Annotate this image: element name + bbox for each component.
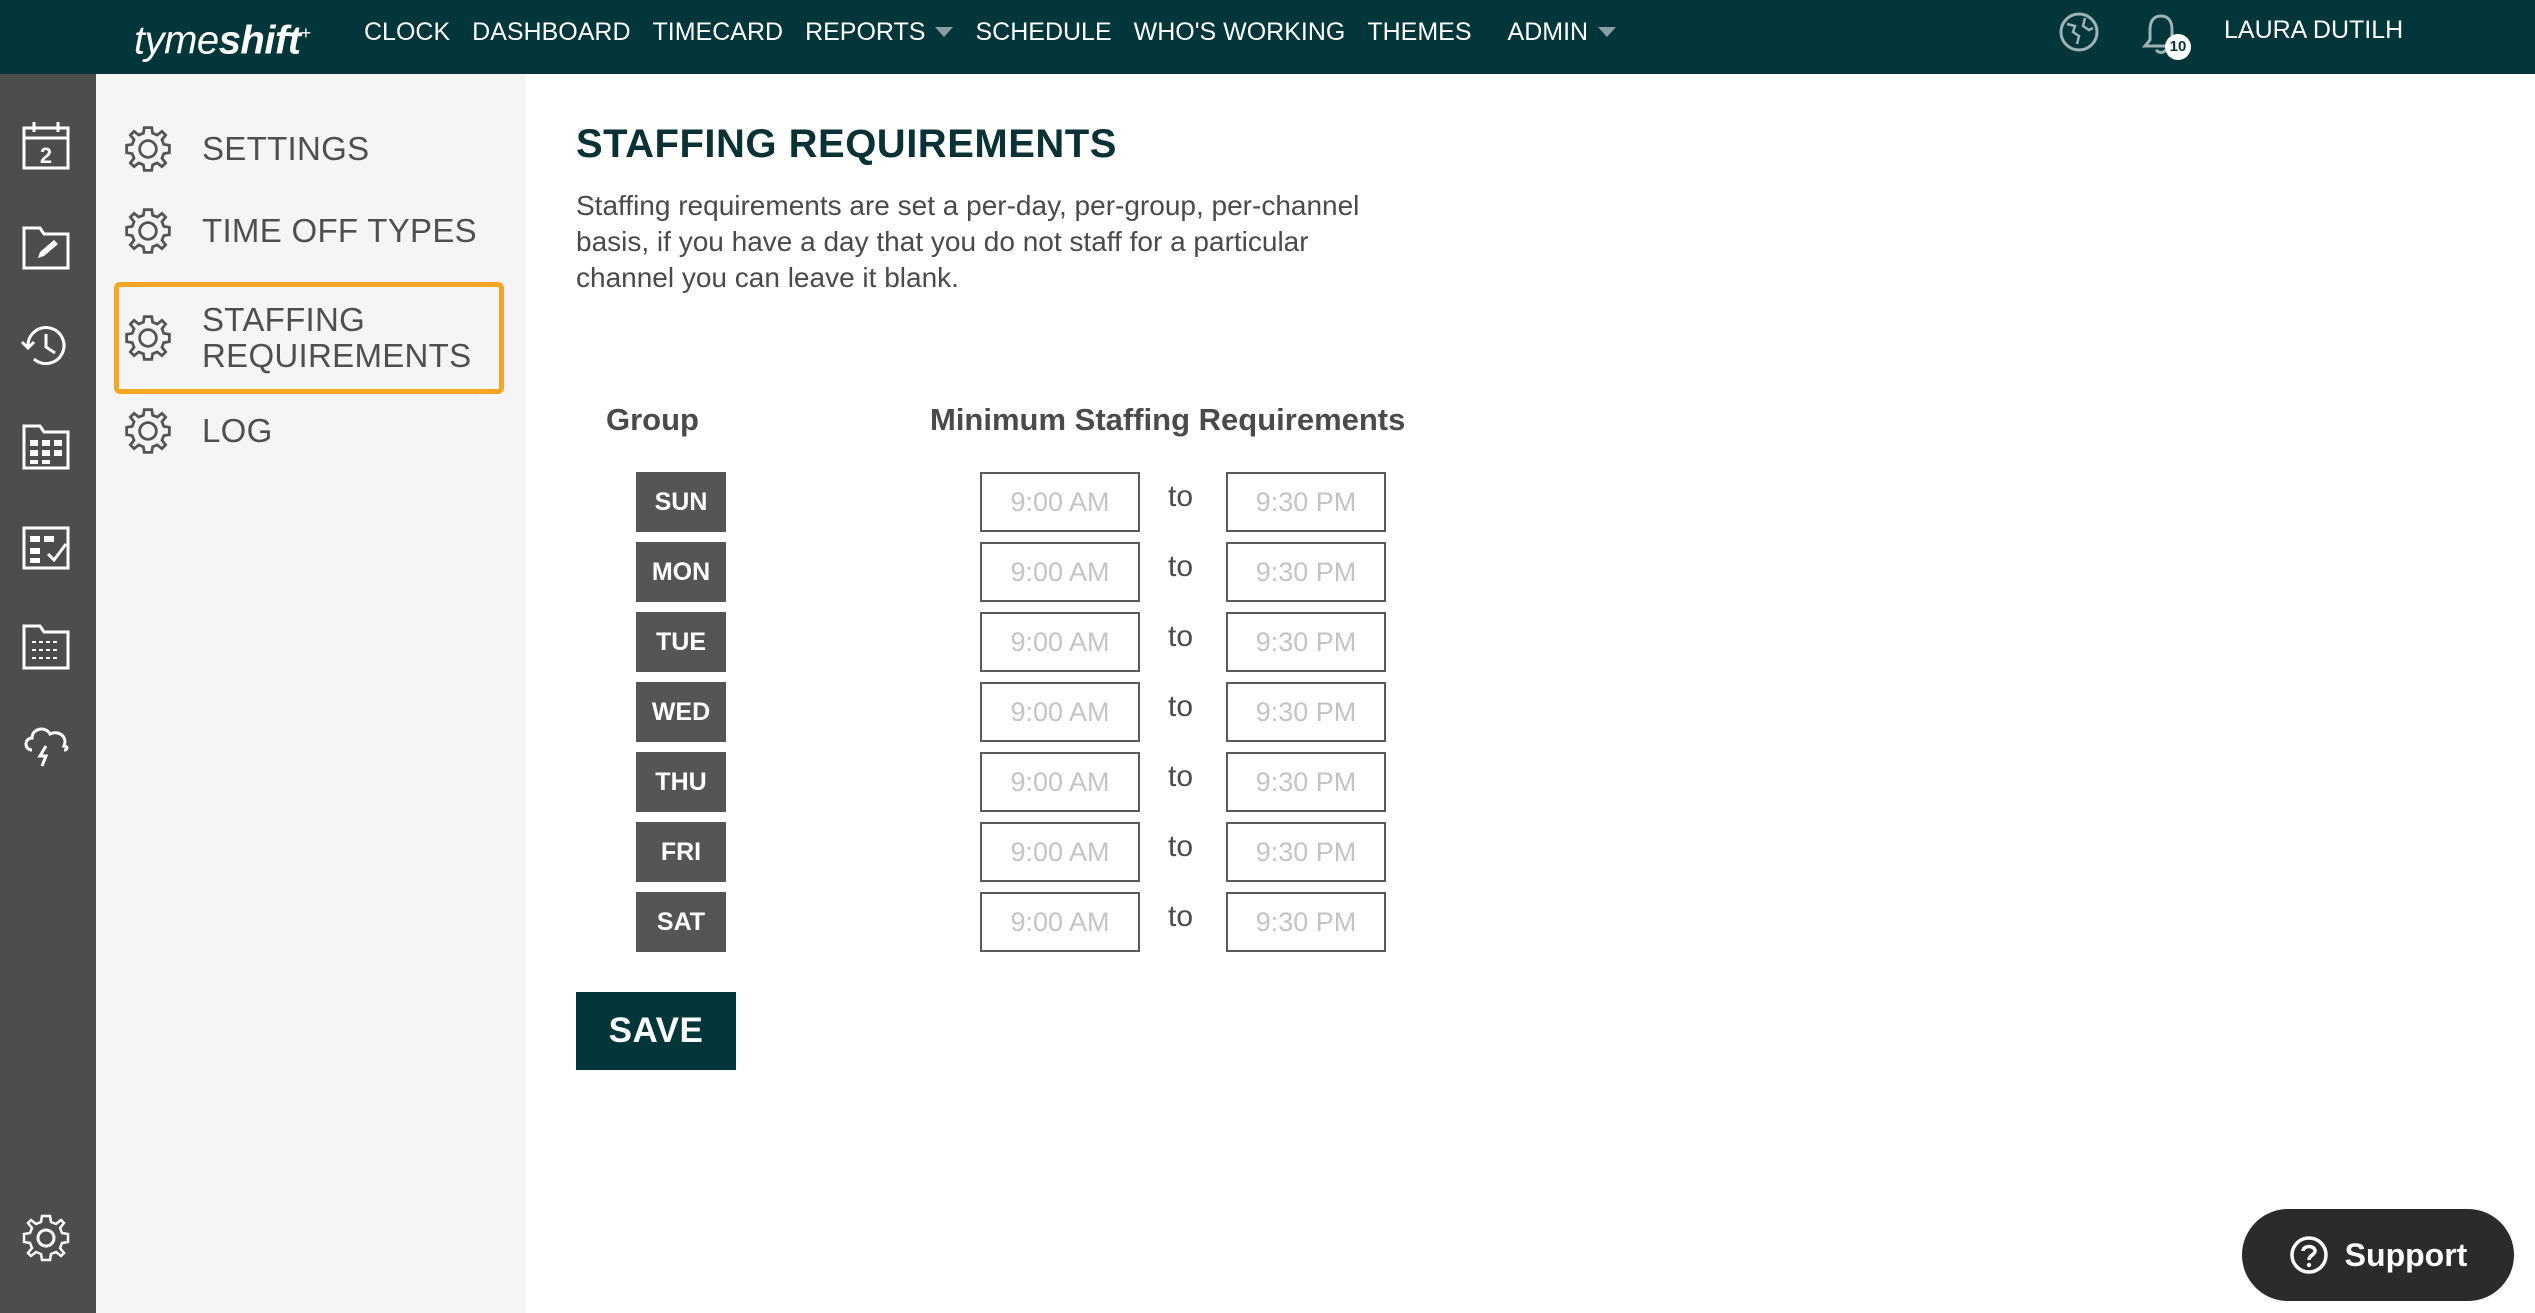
nav-themes[interactable]: THEMES (1367, 18, 1471, 47)
day-badge: THU (636, 752, 726, 812)
start-time-input[interactable] (980, 682, 1140, 742)
end-time-input[interactable] (1226, 752, 1386, 812)
support-button[interactable]: Support (2242, 1209, 2514, 1301)
to-label: to (1168, 830, 1194, 863)
folder-edit-icon[interactable] (18, 218, 74, 274)
subnav-item-label: SETTINGS (202, 130, 370, 167)
day-badge: WED (636, 682, 726, 742)
user-menu[interactable]: LAURA DUTILH (2224, 16, 2403, 45)
nav-reports[interactable]: REPORTS (805, 17, 954, 47)
to-label: to (1168, 900, 1194, 933)
start-time-input[interactable] (980, 472, 1140, 532)
to-label: to (1168, 620, 1194, 653)
top-navigation-bar: tymeshift+ CLOCK DASHBOARD TIMECARD REPO… (0, 0, 2535, 74)
day-badge: MON (636, 542, 726, 602)
chevron-down-icon (935, 27, 954, 37)
group-column-header: Group (606, 402, 699, 437)
end-time-input[interactable] (1226, 542, 1386, 602)
day-row-mon: MON to (526, 542, 1426, 602)
nav-dashboard[interactable]: DASHBOARD (472, 18, 630, 47)
start-time-input[interactable] (980, 612, 1140, 672)
gear-icon (125, 208, 171, 254)
save-button[interactable]: SAVE (576, 992, 736, 1070)
gear-icon[interactable] (18, 1210, 74, 1266)
subnav-item-staffing-requirements[interactable]: STAFFING REQUIREMENTS (114, 282, 504, 394)
storm-cloud-icon[interactable] (18, 716, 74, 772)
end-time-input[interactable] (1226, 472, 1386, 532)
folder-list-icon[interactable] (18, 618, 74, 674)
nav-admin-label: ADMIN (1507, 17, 1589, 46)
page-description: Staffing requirements are set a per-day,… (576, 190, 1360, 293)
subnav-item-label: LOG (202, 412, 273, 449)
day-row-sat: SAT to (526, 892, 1426, 952)
to-label: to (1168, 480, 1194, 513)
logo-mark: + (300, 23, 312, 43)
gear-icon (125, 126, 171, 172)
nav-whos-working[interactable]: WHO'S WORKING (1134, 18, 1346, 47)
start-time-input[interactable] (980, 892, 1140, 952)
to-label: to (1168, 760, 1194, 793)
chevron-down-icon (1598, 27, 1617, 37)
nav-timecard-label: TIMECARD (652, 17, 784, 46)
day-row-tue: TUE to (526, 612, 1426, 672)
nav-schedule-label: SCHEDULE (975, 17, 1112, 46)
subnav-item-label: STAFFING REQUIREMENTS (202, 301, 472, 374)
tymeshift-logo[interactable]: tymeshift+ (134, 8, 311, 65)
gear-icon (125, 408, 171, 454)
main-content: STAFFING REQUIREMENTS Staffing requireme… (526, 74, 2535, 1313)
app-icon-rail: 2 (0, 74, 96, 1313)
support-label: Support (2344, 1236, 2468, 1273)
logo-text-light: tyme (134, 18, 219, 63)
nav-clock[interactable]: CLOCK (364, 18, 450, 47)
calendar-icon[interactable]: 2 (18, 118, 74, 174)
start-time-input[interactable] (980, 752, 1140, 812)
start-time-input[interactable] (980, 822, 1140, 882)
nav-whos-working-label: WHO'S WORKING (1133, 17, 1346, 46)
page-title: STAFFING REQUIREMENTS (576, 122, 1117, 166)
globe-icon[interactable] (2057, 10, 2101, 54)
schedule-grid-icon[interactable] (18, 418, 74, 474)
end-time-input[interactable] (1226, 822, 1386, 882)
main-nav: CLOCK DASHBOARD TIMECARD REPORTS SCHEDUL… (364, 0, 1638, 64)
day-badge: SUN (636, 472, 726, 532)
logo-text-bold: shift (218, 18, 301, 63)
gear-icon (125, 315, 171, 361)
checklist-icon[interactable] (18, 518, 74, 574)
nav-clock-label: CLOCK (364, 17, 451, 46)
topbar-right: 10 LAURA DUTILH (2035, 0, 2535, 64)
nav-schedule[interactable]: SCHEDULE (975, 18, 1111, 47)
subnav-item-settings[interactable]: SETTINGS (114, 118, 500, 180)
end-time-input[interactable] (1226, 892, 1386, 952)
end-time-input[interactable] (1226, 682, 1386, 742)
svg-text:2: 2 (40, 143, 52, 168)
clock-history-icon[interactable] (18, 318, 74, 374)
day-badge: FRI (636, 822, 726, 882)
nav-reports-label: REPORTS (805, 17, 926, 46)
end-time-input[interactable] (1226, 612, 1386, 672)
day-row-sun: SUN to (526, 472, 1426, 532)
day-row-thu: THU to (526, 752, 1426, 812)
notification-count-badge: 10 (2165, 34, 2191, 60)
day-badge: SAT (636, 892, 726, 952)
nav-dashboard-label: DASHBOARD (472, 17, 631, 46)
day-row-wed: WED to (526, 682, 1426, 742)
to-label: to (1168, 550, 1194, 583)
requirements-column-header: Minimum Staffing Requirements (930, 402, 1406, 437)
settings-subnav: SETTINGS TIME OFF TYPES STAFFING REQUIRE… (96, 74, 526, 1313)
nav-admin[interactable]: ADMIN (1508, 18, 1617, 47)
day-row-fri: FRI to (526, 822, 1426, 882)
nav-timecard[interactable]: TIMECARD (653, 18, 784, 47)
subnav-item-time-off-types[interactable]: TIME OFF TYPES (114, 200, 500, 262)
start-time-input[interactable] (980, 542, 1140, 602)
question-circle-icon (2289, 1236, 2328, 1274)
nav-themes-label: THEMES (1367, 17, 1472, 46)
to-label: to (1168, 690, 1194, 723)
day-badge: TUE (636, 612, 726, 672)
subnav-item-log[interactable]: LOG (114, 400, 500, 462)
subnav-item-label: TIME OFF TYPES (202, 212, 477, 249)
